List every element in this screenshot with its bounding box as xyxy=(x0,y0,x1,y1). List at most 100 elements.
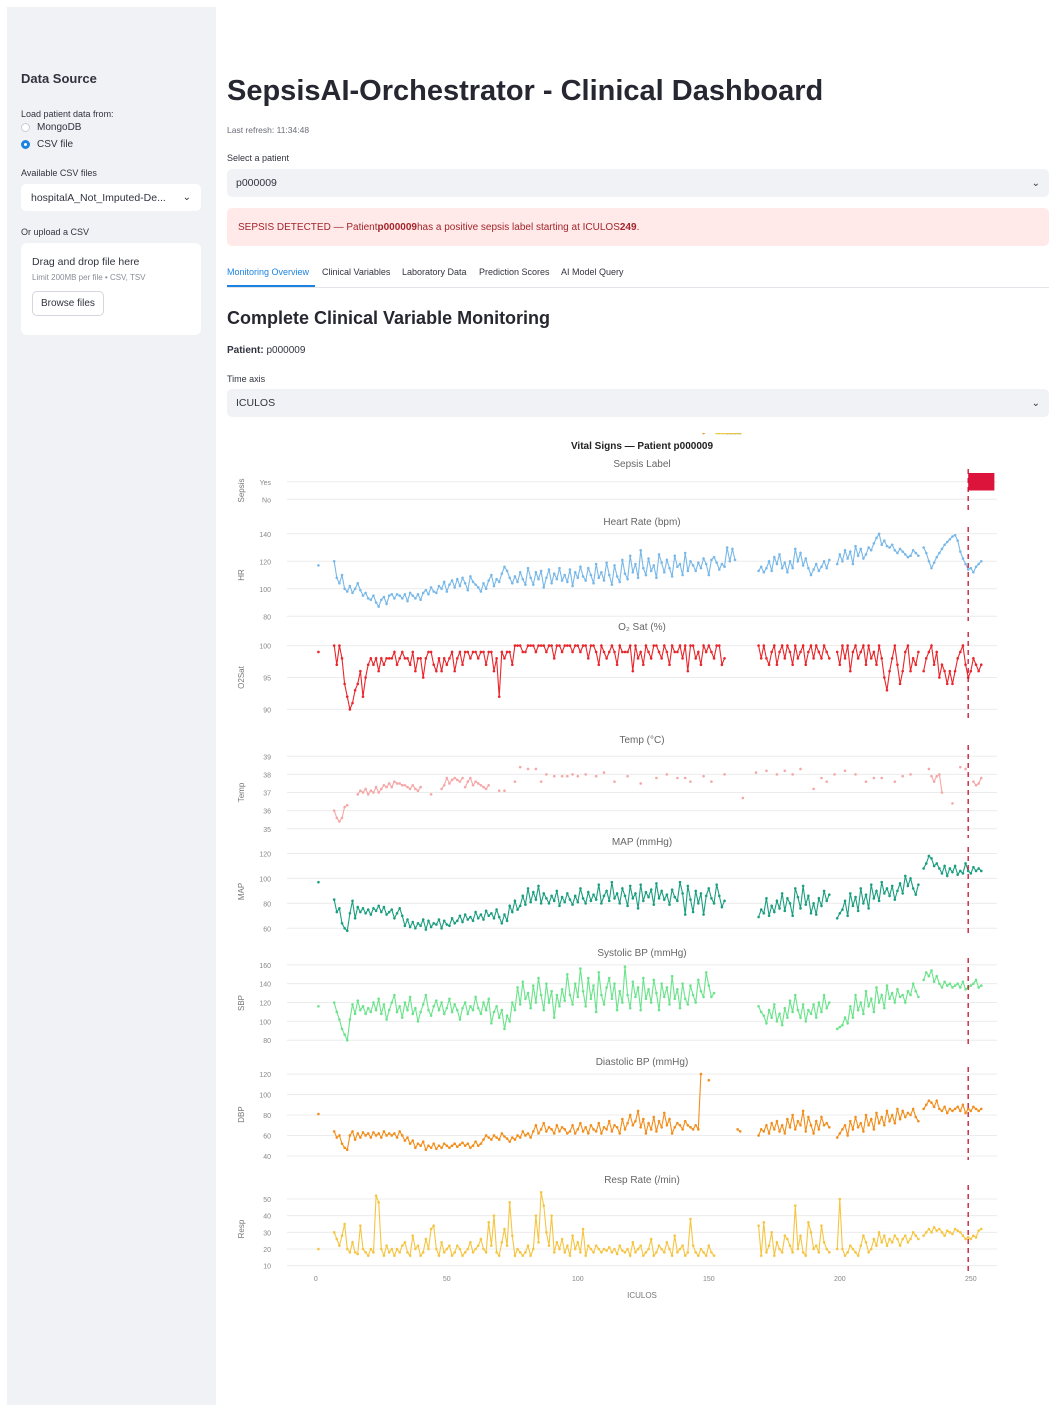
data-point xyxy=(458,1018,462,1021)
data-point xyxy=(566,644,569,647)
file-dropzone[interactable]: Drag and drop file here Limit 200MB per … xyxy=(21,243,201,335)
data-point xyxy=(380,787,383,791)
data-point xyxy=(534,898,538,901)
data-point xyxy=(773,555,776,559)
data-point xyxy=(545,982,548,985)
tab-prediction-scores[interactable]: Prediction Scores xyxy=(479,267,550,277)
data-point xyxy=(649,1001,653,1004)
data-point xyxy=(335,1237,339,1241)
data-point xyxy=(377,1132,380,1135)
data-point xyxy=(547,1244,551,1247)
data-point xyxy=(374,601,378,604)
data-point xyxy=(563,900,567,904)
data-point xyxy=(403,783,407,787)
data-point xyxy=(972,570,975,574)
data-point xyxy=(888,1237,891,1241)
data-point xyxy=(343,926,346,930)
tab-laboratory-data[interactable]: Laboratory Data xyxy=(402,267,467,277)
data-point xyxy=(964,862,967,865)
data-point xyxy=(828,1125,831,1129)
data-point xyxy=(560,1125,564,1129)
vital-signs-chart[interactable]: Vital Signs — Patient p000009Sepsis Labe… xyxy=(227,433,1049,1308)
data-point xyxy=(537,577,540,581)
y-tick-label: 60 xyxy=(263,926,271,933)
data-point xyxy=(469,1241,472,1244)
tab-ai-model-query[interactable]: AI Model Query xyxy=(561,267,624,277)
radio-mongodb-circle[interactable] xyxy=(21,123,30,132)
tab-clinical-variables[interactable]: Clinical Variables xyxy=(322,267,390,277)
data-point xyxy=(571,773,574,776)
data-point xyxy=(948,669,952,673)
data-point xyxy=(364,591,367,595)
data-point xyxy=(377,997,380,1001)
data-point xyxy=(880,543,884,547)
data-point xyxy=(801,1251,805,1254)
patient-line: Patient: p000009 xyxy=(227,345,305,356)
data-point xyxy=(828,558,831,562)
data-point xyxy=(374,1194,378,1197)
data-point xyxy=(408,1142,412,1145)
data-point xyxy=(767,559,771,563)
data-point xyxy=(893,898,897,901)
patient-select[interactable]: p000009 ⌄ xyxy=(227,169,1049,197)
data-point xyxy=(419,785,422,789)
data-point xyxy=(597,883,601,886)
alert-suffix: . xyxy=(636,221,640,233)
data-point xyxy=(940,547,944,551)
data-point xyxy=(427,1247,430,1251)
data-point xyxy=(382,1254,386,1257)
data-point xyxy=(390,657,394,660)
data-point xyxy=(639,1125,642,1129)
data-point xyxy=(917,1119,920,1123)
radio-csv-circle[interactable] xyxy=(21,140,30,149)
data-point xyxy=(927,1227,931,1231)
data-point xyxy=(424,657,428,660)
data-point xyxy=(359,1136,362,1139)
series-line xyxy=(923,643,982,685)
data-point xyxy=(414,1146,417,1150)
data-point xyxy=(770,904,773,908)
data-point xyxy=(864,780,868,783)
data-point xyxy=(631,1241,635,1244)
data-point xyxy=(799,767,802,771)
data-point xyxy=(974,565,978,569)
data-point xyxy=(427,650,430,654)
data-point xyxy=(550,989,553,993)
data-point xyxy=(345,590,349,593)
data-point xyxy=(649,569,653,573)
data-point xyxy=(974,978,978,982)
data-point xyxy=(437,1008,441,1012)
radio-csv[interactable]: CSV file xyxy=(21,139,73,150)
data-point xyxy=(814,1119,818,1123)
tab-monitoring-overview[interactable]: Monitoring Overview xyxy=(227,267,309,277)
dropzone-limit: Limit 200MB per file • CSV, TSV xyxy=(32,273,146,282)
data-point xyxy=(814,644,818,647)
data-point xyxy=(432,663,436,667)
time-axis-select[interactable]: ICULOS ⌄ xyxy=(227,389,1049,417)
radio-mongodb[interactable]: MongoDB xyxy=(21,122,81,133)
data-point xyxy=(901,892,904,895)
csv-file-select[interactable]: hospitalA_Not_Imputed-De... ⌄ xyxy=(21,184,201,211)
data-point xyxy=(369,657,373,660)
data-point xyxy=(924,1103,928,1107)
data-point xyxy=(911,1231,915,1234)
browse-files-button[interactable]: Browse files xyxy=(32,291,104,316)
data-point xyxy=(408,925,412,929)
data-point xyxy=(828,1001,831,1004)
data-point xyxy=(911,887,915,890)
data-point xyxy=(503,1027,506,1031)
data-point xyxy=(400,597,404,600)
data-point xyxy=(723,433,726,435)
data-point xyxy=(581,575,585,578)
data-point xyxy=(398,594,401,597)
data-point xyxy=(780,1251,784,1254)
data-point xyxy=(762,912,766,915)
data-point xyxy=(683,997,687,1001)
data-point xyxy=(440,1146,443,1150)
data-point xyxy=(466,1247,470,1251)
data-point xyxy=(382,595,386,599)
data-point xyxy=(691,1244,695,1247)
data-point xyxy=(482,1001,485,1004)
y-tick-label: 100 xyxy=(259,1019,271,1026)
data-point xyxy=(597,1247,601,1251)
